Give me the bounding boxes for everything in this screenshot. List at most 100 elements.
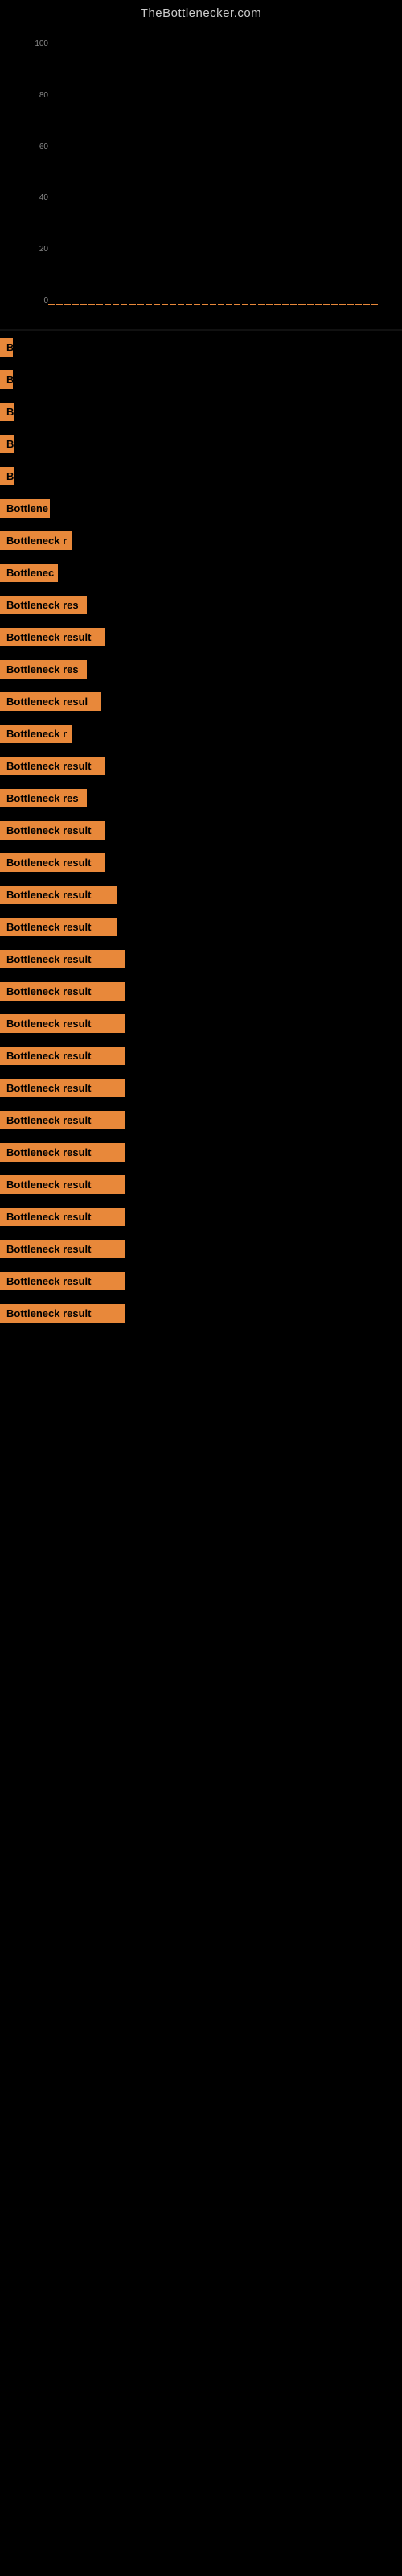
result-row: Bottlene xyxy=(0,492,402,524)
bar-wrapper xyxy=(266,304,273,305)
bar xyxy=(170,304,176,305)
bar xyxy=(129,304,135,305)
result-row: Bottleneck r xyxy=(0,524,402,556)
bar xyxy=(186,304,192,305)
bottleneck-result-label: Bottleneck result xyxy=(0,1304,125,1323)
bar xyxy=(96,304,103,305)
chart-area: 100806040200 xyxy=(0,23,402,329)
bar xyxy=(154,304,160,305)
result-row: Bottleneck r xyxy=(0,717,402,749)
bar-wrapper xyxy=(323,304,330,305)
bottleneck-result-label: Bottleneck result xyxy=(0,1111,125,1129)
bar-wrapper xyxy=(282,304,289,305)
bar-wrapper xyxy=(154,304,160,305)
bar-wrapper xyxy=(64,304,71,305)
bar-wrapper xyxy=(178,304,184,305)
bar xyxy=(64,304,71,305)
bottleneck-result-label: Bottleneck result xyxy=(0,1046,125,1065)
bottleneck-result-label: Bo xyxy=(0,435,14,453)
bar-wrapper xyxy=(363,304,370,305)
bottleneck-result-label: Bottleneck result xyxy=(0,757,105,775)
bar xyxy=(113,304,119,305)
bar xyxy=(290,304,297,305)
result-row: Bottleneck result xyxy=(0,1104,402,1136)
bottleneck-result-label: Bottleneck result xyxy=(0,1175,125,1194)
bar-wrapper xyxy=(146,304,152,305)
result-row: Bo xyxy=(0,427,402,460)
bar-wrapper xyxy=(105,304,111,305)
bar xyxy=(250,304,256,305)
bar xyxy=(105,304,111,305)
bar-wrapper xyxy=(234,304,240,305)
bar xyxy=(80,304,87,305)
result-row: Bottleneck result xyxy=(0,878,402,910)
result-row: Bottleneck result xyxy=(0,1168,402,1200)
bottleneck-result-label: Bo xyxy=(0,467,14,485)
bar xyxy=(72,304,79,305)
bar xyxy=(355,304,362,305)
result-row: Bottleneck result xyxy=(0,1200,402,1232)
bar-wrapper xyxy=(88,304,95,305)
bar xyxy=(137,304,144,305)
bar-wrapper xyxy=(186,304,192,305)
bottleneck-result-label: Bottleneck r xyxy=(0,724,72,743)
bar-wrapper xyxy=(48,304,55,305)
bottleneck-result-label: Bottleneck result xyxy=(0,1272,125,1290)
bar xyxy=(282,304,289,305)
bottleneck-result-label: Bo xyxy=(0,402,14,421)
bottleneck-result-label: Bottleneck result xyxy=(0,628,105,646)
bar xyxy=(242,304,248,305)
result-row: Bottleneck result xyxy=(0,1297,402,1329)
result-row: Bottleneck result xyxy=(0,975,402,1007)
result-row: Bottleneck result xyxy=(0,1265,402,1297)
result-row: Bottleneck result xyxy=(0,1039,402,1071)
bars-container xyxy=(0,23,402,329)
bar-wrapper xyxy=(290,304,297,305)
bar xyxy=(121,304,127,305)
result-row: Bottleneck result xyxy=(0,1071,402,1104)
result-row: Bottleneck res xyxy=(0,782,402,814)
bar xyxy=(307,304,314,305)
bottleneck-result-label: Bottleneck res xyxy=(0,596,87,614)
bar xyxy=(347,304,354,305)
result-row: B xyxy=(0,331,402,363)
bar-wrapper xyxy=(170,304,176,305)
bar-wrapper xyxy=(315,304,322,305)
bottleneck-result-label: B xyxy=(0,338,13,357)
bottleneck-result-label: B xyxy=(0,370,13,389)
bar xyxy=(339,304,346,305)
bottleneck-result-label: Bottleneck result xyxy=(0,1079,125,1097)
bar-wrapper xyxy=(162,304,168,305)
result-row: Bottleneck result xyxy=(0,1136,402,1168)
bar xyxy=(202,304,208,305)
bottleneck-result-label: Bottleneck result xyxy=(0,853,105,872)
bar-wrapper xyxy=(355,304,362,305)
bar-wrapper xyxy=(129,304,135,305)
bar xyxy=(48,304,55,305)
bar xyxy=(88,304,95,305)
bar-wrapper xyxy=(202,304,208,305)
result-row: Bottleneck result xyxy=(0,943,402,975)
bottleneck-result-label: Bottleneck res xyxy=(0,660,87,679)
bar-wrapper xyxy=(121,304,127,305)
bar xyxy=(315,304,322,305)
bar-wrapper xyxy=(113,304,119,305)
result-row: Bottleneck res xyxy=(0,588,402,621)
bar xyxy=(274,304,281,305)
bar xyxy=(258,304,265,305)
bar-wrapper xyxy=(250,304,256,305)
bar-wrapper xyxy=(96,304,103,305)
result-row: Bottleneck result xyxy=(0,621,402,653)
result-row: Bottleneck res xyxy=(0,653,402,685)
bar-wrapper xyxy=(274,304,281,305)
site-title: TheBottlenecker.com xyxy=(0,0,402,23)
bottleneck-result-label: Bottleneck result xyxy=(0,886,117,904)
bottleneck-result-label: Bottleneck result xyxy=(0,982,125,1001)
result-row: Bottleneck resul xyxy=(0,685,402,717)
bar xyxy=(146,304,152,305)
bottleneck-result-label: Bottleneck result xyxy=(0,821,105,840)
bottleneck-result-label: Bottleneck result xyxy=(0,918,117,936)
bar xyxy=(363,304,370,305)
result-row: Bottleneck result xyxy=(0,1007,402,1039)
bar-wrapper xyxy=(331,304,338,305)
